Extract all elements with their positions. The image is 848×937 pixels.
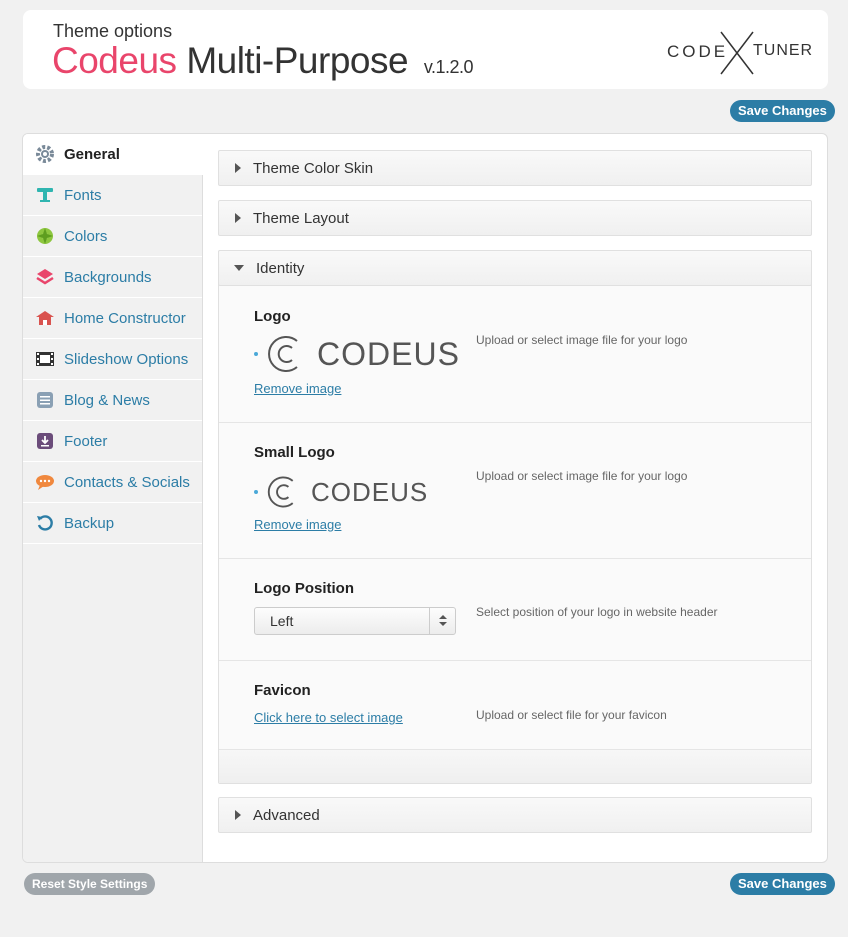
option-label: Favicon [254,682,311,699]
sidebar-item-contacts-socials[interactable]: Contacts & Socials [23,462,202,503]
sidebar-label: Backup [64,514,115,532]
remove-small-logo-link[interactable]: Remove image [254,517,341,532]
theme-header: Theme options Codeus Multi-Purpose v.1.2… [23,10,828,89]
select-value: Left [270,613,294,629]
codextuner-logo: CODE TUNER [667,31,812,75]
logo-tuner-text: TUNER [753,42,814,59]
collapse-arrow-icon [234,265,244,271]
section-theme-layout[interactable]: Theme Layout [218,200,812,236]
theme-version: v.1.2.0 [423,57,474,77]
options-sidebar: General Fonts Colors Backgrounds Home Co… [23,134,203,862]
logo-dot [254,352,258,356]
expand-arrow-icon [235,810,241,820]
palette-icon [35,226,55,246]
expand-arrow-icon [235,213,241,223]
download-icon [35,431,55,451]
options-panel: General Fonts Colors Backgrounds Home Co… [22,133,828,863]
layers-icon [35,267,55,287]
section-theme-color-skin[interactable]: Theme Color Skin [218,150,812,186]
option-logo: Logo CODEUS Remove image Upload or selec… [219,287,811,423]
codeus-mark-icon [268,336,298,372]
sidebar-item-home-constructor[interactable]: Home Constructor [23,298,202,339]
option-label: Logo [254,308,291,325]
chat-icon [35,472,55,492]
sidebar-label: Colors [64,227,108,245]
section-title: Theme Layout [253,209,349,227]
sidebar-item-colors[interactable]: Colors [23,216,202,257]
identity-footer-bar [219,749,811,783]
select-arrows-icon [429,608,455,634]
sidebar-label: Slideshow Options [64,350,189,368]
remove-logo-link[interactable]: Remove image [254,381,341,396]
option-logo-position: Logo Position Left Select position of yo… [219,559,811,661]
brand-rest: Multi-Purpose [186,40,409,81]
logo-position-select[interactable]: Left [254,607,456,635]
option-favicon: Favicon Click here to select image Uploa… [219,661,811,751]
option-label: Logo Position [254,580,354,597]
logo-preview-text: CODEUS [317,335,460,372]
section-title: Advanced [253,806,320,824]
option-description: Upload or select file for your favicon [476,708,667,722]
option-small-logo: Small Logo CODEUS Remove image Upload or… [219,423,811,559]
header-subtitle: Theme options [53,21,173,41]
section-identity-panel: Identity Logo CODEUS Remove image Upload… [218,250,812,784]
option-description: Upload or select image file for your log… [476,333,688,347]
option-label: Small Logo [254,444,335,461]
sidebar-item-slideshow-options[interactable]: Slideshow Options [23,339,202,380]
sidebar-label: Blog & News [64,391,150,409]
section-advanced[interactable]: Advanced [218,797,812,833]
theme-brand-title: Codeus Multi-Purpose v.1.2.0 [52,40,474,82]
sidebar-label: General [64,145,120,163]
section-title: Identity [256,259,305,277]
option-description: Select position of your logo in website … [476,605,718,619]
section-identity[interactable]: Identity [218,250,812,286]
gear-icon [35,144,55,164]
reset-style-settings-button[interactable]: Reset Style Settings [24,873,156,895]
sidebar-label: Fonts [64,186,102,204]
sidebar-label: Home Constructor [64,309,186,327]
small-logo-preview: CODEUS [254,474,428,510]
sidebar-item-general[interactable]: General [23,134,203,175]
brand-accent: Codeus [52,40,177,81]
refresh-icon [35,513,55,533]
select-favicon-link[interactable]: Click here to select image [254,710,403,725]
sidebar-item-footer[interactable]: Footer [23,421,202,462]
save-changes-button-bottom[interactable]: Save Changes [730,873,835,895]
home-icon [35,308,55,328]
film-icon [35,349,55,369]
logo-dot [254,490,258,494]
small-logo-preview-text: CODEUS [311,476,429,507]
sidebar-label: Backgrounds [64,268,152,286]
sidebar-item-backgrounds[interactable]: Backgrounds [23,257,202,298]
list-icon [35,390,55,410]
sidebar-label: Contacts & Socials [64,473,190,491]
option-description: Upload or select image file for your log… [476,469,688,483]
sidebar-label: Footer [64,432,108,450]
logo-preview: CODEUS [254,333,460,375]
sidebar-item-blog-news[interactable]: Blog & News [23,380,202,421]
sidebar-item-backup[interactable]: Backup [23,503,202,544]
font-icon [35,185,55,205]
codeus-mark-icon [267,476,294,508]
logo-x-icon [720,31,754,75]
sidebar-item-fonts[interactable]: Fonts [23,175,202,216]
save-changes-button-top[interactable]: Save Changes [730,100,835,122]
section-title: Theme Color Skin [253,159,374,177]
expand-arrow-icon [235,163,241,173]
